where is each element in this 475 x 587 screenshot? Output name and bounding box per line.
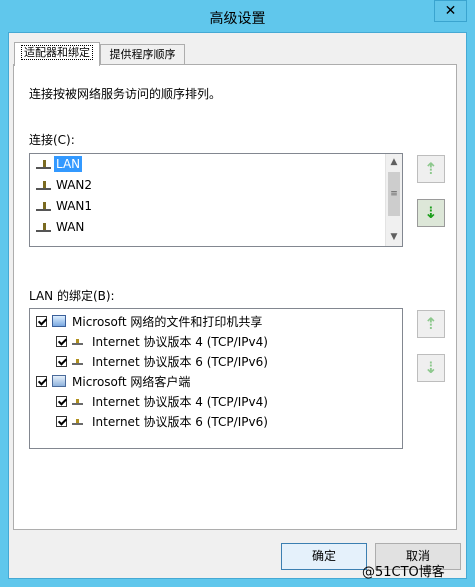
arrow-up-icon: ⇡ — [424, 159, 438, 178]
watermark-text: @51CTO博客 — [362, 565, 445, 580]
scroll-up-arrow-icon[interactable]: ▲ — [386, 154, 402, 171]
tab-label: 适配器和绑定 — [21, 45, 93, 60]
bindings-label: LAN 的绑定(B): — [29, 289, 115, 303]
close-button[interactable]: ✕ — [434, 0, 467, 22]
move-connection-down-button[interactable]: ⇣ — [417, 199, 445, 227]
checkbox-checked-icon[interactable] — [56, 395, 67, 407]
network-client-icon — [52, 375, 66, 387]
move-binding-up-button[interactable]: ⇡ — [417, 310, 445, 338]
binding-item-ipv4[interactable]: Internet 协议版本 4 (TCP/IPv4) — [56, 391, 270, 411]
arrow-up-icon: ⇡ — [424, 314, 438, 333]
checkbox-checked-icon[interactable] — [36, 375, 47, 387]
network-adapter-icon — [36, 200, 52, 212]
arrow-down-icon: ⇣ — [424, 358, 438, 377]
binding-item-ipv6[interactable]: Internet 协议版本 6 (TCP/IPv6) — [56, 411, 270, 431]
binding-name: Internet 协议版本 6 (TCP/IPv6) — [92, 414, 268, 429]
move-binding-down-button[interactable]: ⇣ — [417, 354, 445, 382]
scroll-down-arrow-icon[interactable]: ▼ — [386, 229, 402, 246]
tab-provider-order[interactable]: 提供程序顺序 — [100, 44, 185, 66]
tab-label: 提供程序顺序 — [109, 48, 176, 61]
protocol-icon — [72, 337, 84, 345]
bindings-tree[interactable]: Microsoft 网络的文件和打印机共享 Internet 协议版本 4 (T… — [29, 308, 403, 449]
checkbox-checked-icon[interactable] — [56, 355, 67, 367]
scroll-thumb[interactable]: ≡ — [388, 172, 400, 216]
checkbox-checked-icon[interactable] — [56, 415, 67, 427]
move-connection-up-button[interactable]: ⇡ — [417, 155, 445, 183]
connection-item-lan[interactable]: LAN — [36, 154, 83, 174]
checkbox-checked-icon[interactable] — [36, 315, 47, 327]
window-title: 高级设置 — [209, 11, 266, 27]
protocol-icon — [72, 417, 84, 425]
binding-item-ipv6[interactable]: Internet 协议版本 6 (TCP/IPv6) — [56, 351, 270, 371]
title-bar[interactable]: 高级设置 ✕ — [0, 0, 475, 32]
arrow-down-icon: ⇣ — [424, 203, 438, 222]
binding-item-file-printer-sharing[interactable]: Microsoft 网络的文件和打印机共享 — [36, 311, 264, 331]
binding-name: Microsoft 网络客户端 — [72, 374, 191, 389]
binding-name: Internet 协议版本 6 (TCP/IPv6) — [92, 354, 268, 369]
binding-name: Internet 协议版本 4 (TCP/IPv4) — [92, 334, 268, 349]
file-printer-sharing-icon — [52, 315, 66, 327]
binding-name: Internet 协议版本 4 (TCP/IPv4) — [92, 394, 268, 409]
connection-item-wan[interactable]: WAN — [36, 217, 86, 237]
connection-item-wan2[interactable]: WAN2 — [36, 175, 94, 195]
connections-scrollbar[interactable]: ▲ ≡ ▼ — [385, 154, 402, 246]
close-icon: ✕ — [444, 3, 457, 19]
network-adapter-icon — [36, 179, 52, 191]
binding-item-network-client[interactable]: Microsoft 网络客户端 — [36, 371, 192, 391]
network-adapter-icon — [36, 158, 52, 170]
network-adapter-icon — [36, 221, 52, 233]
connection-name: WAN2 — [56, 178, 93, 192]
connection-name: LAN — [54, 156, 83, 172]
connections-list[interactable]: LAN WAN2 WAN1 WAN ▲ ≡ ▼ — [29, 153, 403, 247]
instruction-text: 连接按被网络服务访问的顺序排列。 — [29, 87, 222, 101]
tab-adapters-bindings[interactable]: 适配器和绑定 — [14, 42, 100, 66]
binding-name: Microsoft 网络的文件和打印机共享 — [72, 314, 263, 329]
protocol-icon — [72, 357, 84, 365]
ok-button[interactable]: 确定 — [281, 543, 367, 570]
connection-name: WAN1 — [56, 199, 93, 213]
protocol-icon — [72, 397, 84, 405]
connection-name: WAN — [56, 220, 85, 234]
tab-panel: 连接按被网络服务访问的顺序排列。 连接(C): LAN WAN2 WAN1 WA… — [13, 64, 457, 530]
connection-item-wan1[interactable]: WAN1 — [36, 196, 94, 216]
checkbox-checked-icon[interactable] — [56, 335, 67, 347]
binding-item-ipv4[interactable]: Internet 协议版本 4 (TCP/IPv4) — [56, 331, 270, 351]
connections-label: 连接(C): — [29, 133, 75, 147]
